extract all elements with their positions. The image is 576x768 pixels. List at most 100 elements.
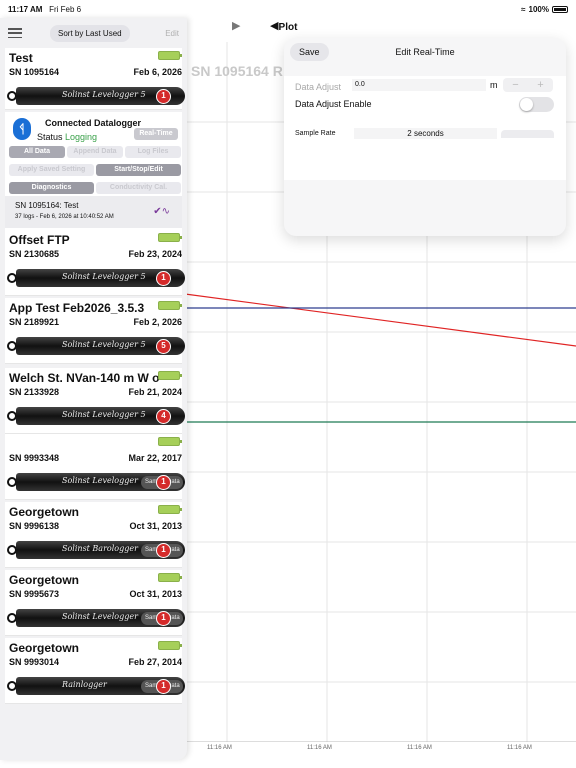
- logger-image: Solinst Levelogger 5 1: [7, 268, 185, 288]
- battery-icon: [158, 233, 182, 242]
- logger-image: Solinst Levelogger 5 4: [7, 406, 185, 426]
- battery-icon: [158, 641, 182, 650]
- device-card[interactable]: App Test Feb2026_3.5.3 SN 2189921 Feb 2, 2…: [5, 298, 185, 364]
- device-serial: SN 1095164: [9, 67, 60, 77]
- logger-brand: Solinst Levelogger: [62, 476, 138, 485]
- popover-header: Edit Real-Time Save: [284, 38, 566, 68]
- logger-brand: Solinst Barologger: [62, 544, 138, 553]
- logger-body: Solinst Levelogger 5 1: [16, 269, 185, 287]
- device-serial: SN 9993348: [9, 453, 60, 463]
- status-right: ≈ 100%: [521, 5, 568, 14]
- logger-image: Solinst Levelogger 5 5: [7, 336, 185, 356]
- append-data-button[interactable]: Append Data: [67, 146, 123, 158]
- data-adjust-enable-label: Data Adjust Enable: [295, 99, 372, 109]
- log-info-detail: 37 logs - Feb 6, 2026 at 10:40:52 AM: [15, 214, 114, 220]
- logger-image: Solinst LeveloggerSample Data1: [7, 472, 185, 492]
- download-count-badge[interactable]: 4: [156, 409, 171, 424]
- device-name: Offset FTP: [9, 233, 70, 247]
- connected-title: Connected Datalogger: [45, 118, 142, 128]
- download-count-badge[interactable]: 1: [156, 679, 171, 694]
- real-time-button[interactable]: Real-Time: [134, 128, 178, 140]
- wifi-icon: ≈: [521, 5, 526, 14]
- logger-brand: Solinst Levelogger 5: [62, 410, 146, 419]
- status-bar: 11:17 AM Fri Feb 6 ≈ 100%: [0, 0, 576, 18]
- signature-icon: ✔∿: [153, 206, 170, 217]
- diagnostics-button[interactable]: Diagnostics: [9, 182, 94, 194]
- device-serial: SN 2189921: [9, 317, 60, 327]
- device-card[interactable]: Georgetown SN 9995673 Oct 31, 2013 Solinst …: [5, 570, 185, 636]
- save-button[interactable]: Save: [290, 43, 329, 61]
- log-files-button[interactable]: Log Files: [125, 146, 181, 158]
- data-adjust-stepper[interactable]: − +: [503, 78, 553, 92]
- device-date: Feb 23, 2024: [128, 249, 182, 259]
- edit-button[interactable]: Edit: [165, 29, 179, 38]
- device-card[interactable]: Test SN 1095164 Feb 6, 2026 Solinst Levelog…: [5, 48, 185, 110]
- data-adjust-enable-toggle[interactable]: [519, 97, 554, 112]
- download-count-badge[interactable]: 5: [156, 339, 171, 354]
- device-date: Feb 21, 2024: [128, 387, 182, 397]
- device-name: Test: [9, 51, 33, 65]
- sample-rate-value[interactable]: 2 seconds: [354, 128, 497, 139]
- battery-icon: [158, 371, 182, 380]
- back-arrow-icon[interactable]: ◀: [270, 19, 278, 32]
- log-info-title: SN 1095164: Test: [15, 201, 79, 210]
- status-value: Logging: [65, 132, 98, 142]
- logger-brand: Solinst Levelogger 5: [62, 90, 146, 99]
- sample-rate-stepper[interactable]: [501, 130, 554, 138]
- logger-body: RainloggerSample Data1: [16, 677, 185, 695]
- x-tick-label: 11:16 AM: [407, 745, 432, 751]
- logger-body: Solinst LeveloggerSample Data1: [16, 609, 185, 627]
- logger-body: Solinst LeveloggerSample Data1: [16, 473, 185, 491]
- device-card[interactable]: Georgetown SN 9993014 Feb 27, 2014 Rainlogg…: [5, 638, 185, 704]
- device-card[interactable]: Offset FTP SN 2130685 Feb 23, 2024 Solinst …: [5, 230, 185, 296]
- play-icon[interactable]: ▶: [232, 19, 240, 32]
- download-count-badge[interactable]: 1: [156, 475, 171, 490]
- device-card[interactable]: Welch St. NVan-140 m W of Pe SN 2133928 Fe…: [5, 368, 185, 434]
- plus-icon[interactable]: +: [537, 78, 543, 92]
- device-name: App Test Feb2026_3.5.3: [9, 301, 145, 315]
- device-serial: SN 9993014: [9, 657, 60, 667]
- battery-icon: [158, 573, 182, 582]
- logger-image: Solinst LeveloggerSample Data1: [7, 608, 185, 628]
- download-count-badge[interactable]: 1: [156, 543, 171, 558]
- connected-datalogger-panel: ᛩ Connected Datalogger Status Logging Re…: [5, 112, 182, 230]
- download-count-badge[interactable]: 1: [156, 271, 171, 286]
- bluetooth-icon: ᛩ: [13, 118, 31, 140]
- logger-body: Solinst Levelogger 5 4: [16, 407, 185, 425]
- device-date: Feb 6, 2026: [133, 67, 182, 77]
- all-data-button[interactable]: All Data: [9, 146, 65, 158]
- menu-icon[interactable]: [8, 28, 22, 38]
- logger-brand: Solinst Levelogger: [62, 612, 138, 621]
- download-count-badge[interactable]: 1: [156, 89, 171, 104]
- logger-brand: Solinst Levelogger 5: [62, 272, 146, 281]
- device-serial: SN 9996138: [9, 521, 60, 531]
- start-stop-edit-button[interactable]: Start/Stop/Edit: [96, 164, 181, 176]
- log-info[interactable]: SN 1095164: Test 37 logs - Feb 6, 2026 a…: [5, 196, 182, 228]
- download-count-badge[interactable]: 1: [156, 611, 171, 626]
- toggle-knob: [520, 98, 533, 111]
- battery-icon: [158, 437, 182, 446]
- device-name: Georgetown: [9, 573, 80, 587]
- battery-icon: [158, 505, 182, 514]
- device-card[interactable]: SN 9993348 Mar 22, 2017 Solinst Levelogger…: [5, 434, 185, 500]
- x-tick-label: 11:16 AM: [507, 745, 532, 751]
- logger-image: RainloggerSample Data1: [7, 676, 185, 696]
- plot-serial-label: SN 1095164 R: [191, 63, 283, 79]
- sidebar-toolbar: Sort by Last Used Edit: [0, 18, 187, 48]
- device-name: Georgetown: [9, 641, 80, 655]
- conductivity-cal-button[interactable]: Conductivity Cal.: [96, 182, 181, 194]
- logger-image: Solinst BarologgerSample Data1: [7, 540, 185, 560]
- device-date: Feb 27, 2014: [128, 657, 182, 667]
- logger-body: Solinst BarologgerSample Data1: [16, 541, 185, 559]
- sort-button[interactable]: Sort by Last Used: [50, 24, 130, 42]
- device-card[interactable]: Georgetown SN 9996138 Oct 31, 2013 Solinst …: [5, 502, 185, 568]
- apply-saved-setting-button[interactable]: Apply Saved Setting: [9, 164, 94, 176]
- device-date: Oct 31, 2013: [129, 589, 182, 599]
- data-adjust-input[interactable]: 0.0: [352, 79, 486, 91]
- series-line-red: [185, 293, 576, 347]
- device-date: Feb 2, 2026: [133, 317, 182, 327]
- data-adjust-unit: m: [490, 80, 498, 90]
- minus-icon[interactable]: −: [512, 78, 518, 92]
- device-serial: SN 2133928: [9, 387, 60, 397]
- device-date: Mar 22, 2017: [128, 453, 182, 463]
